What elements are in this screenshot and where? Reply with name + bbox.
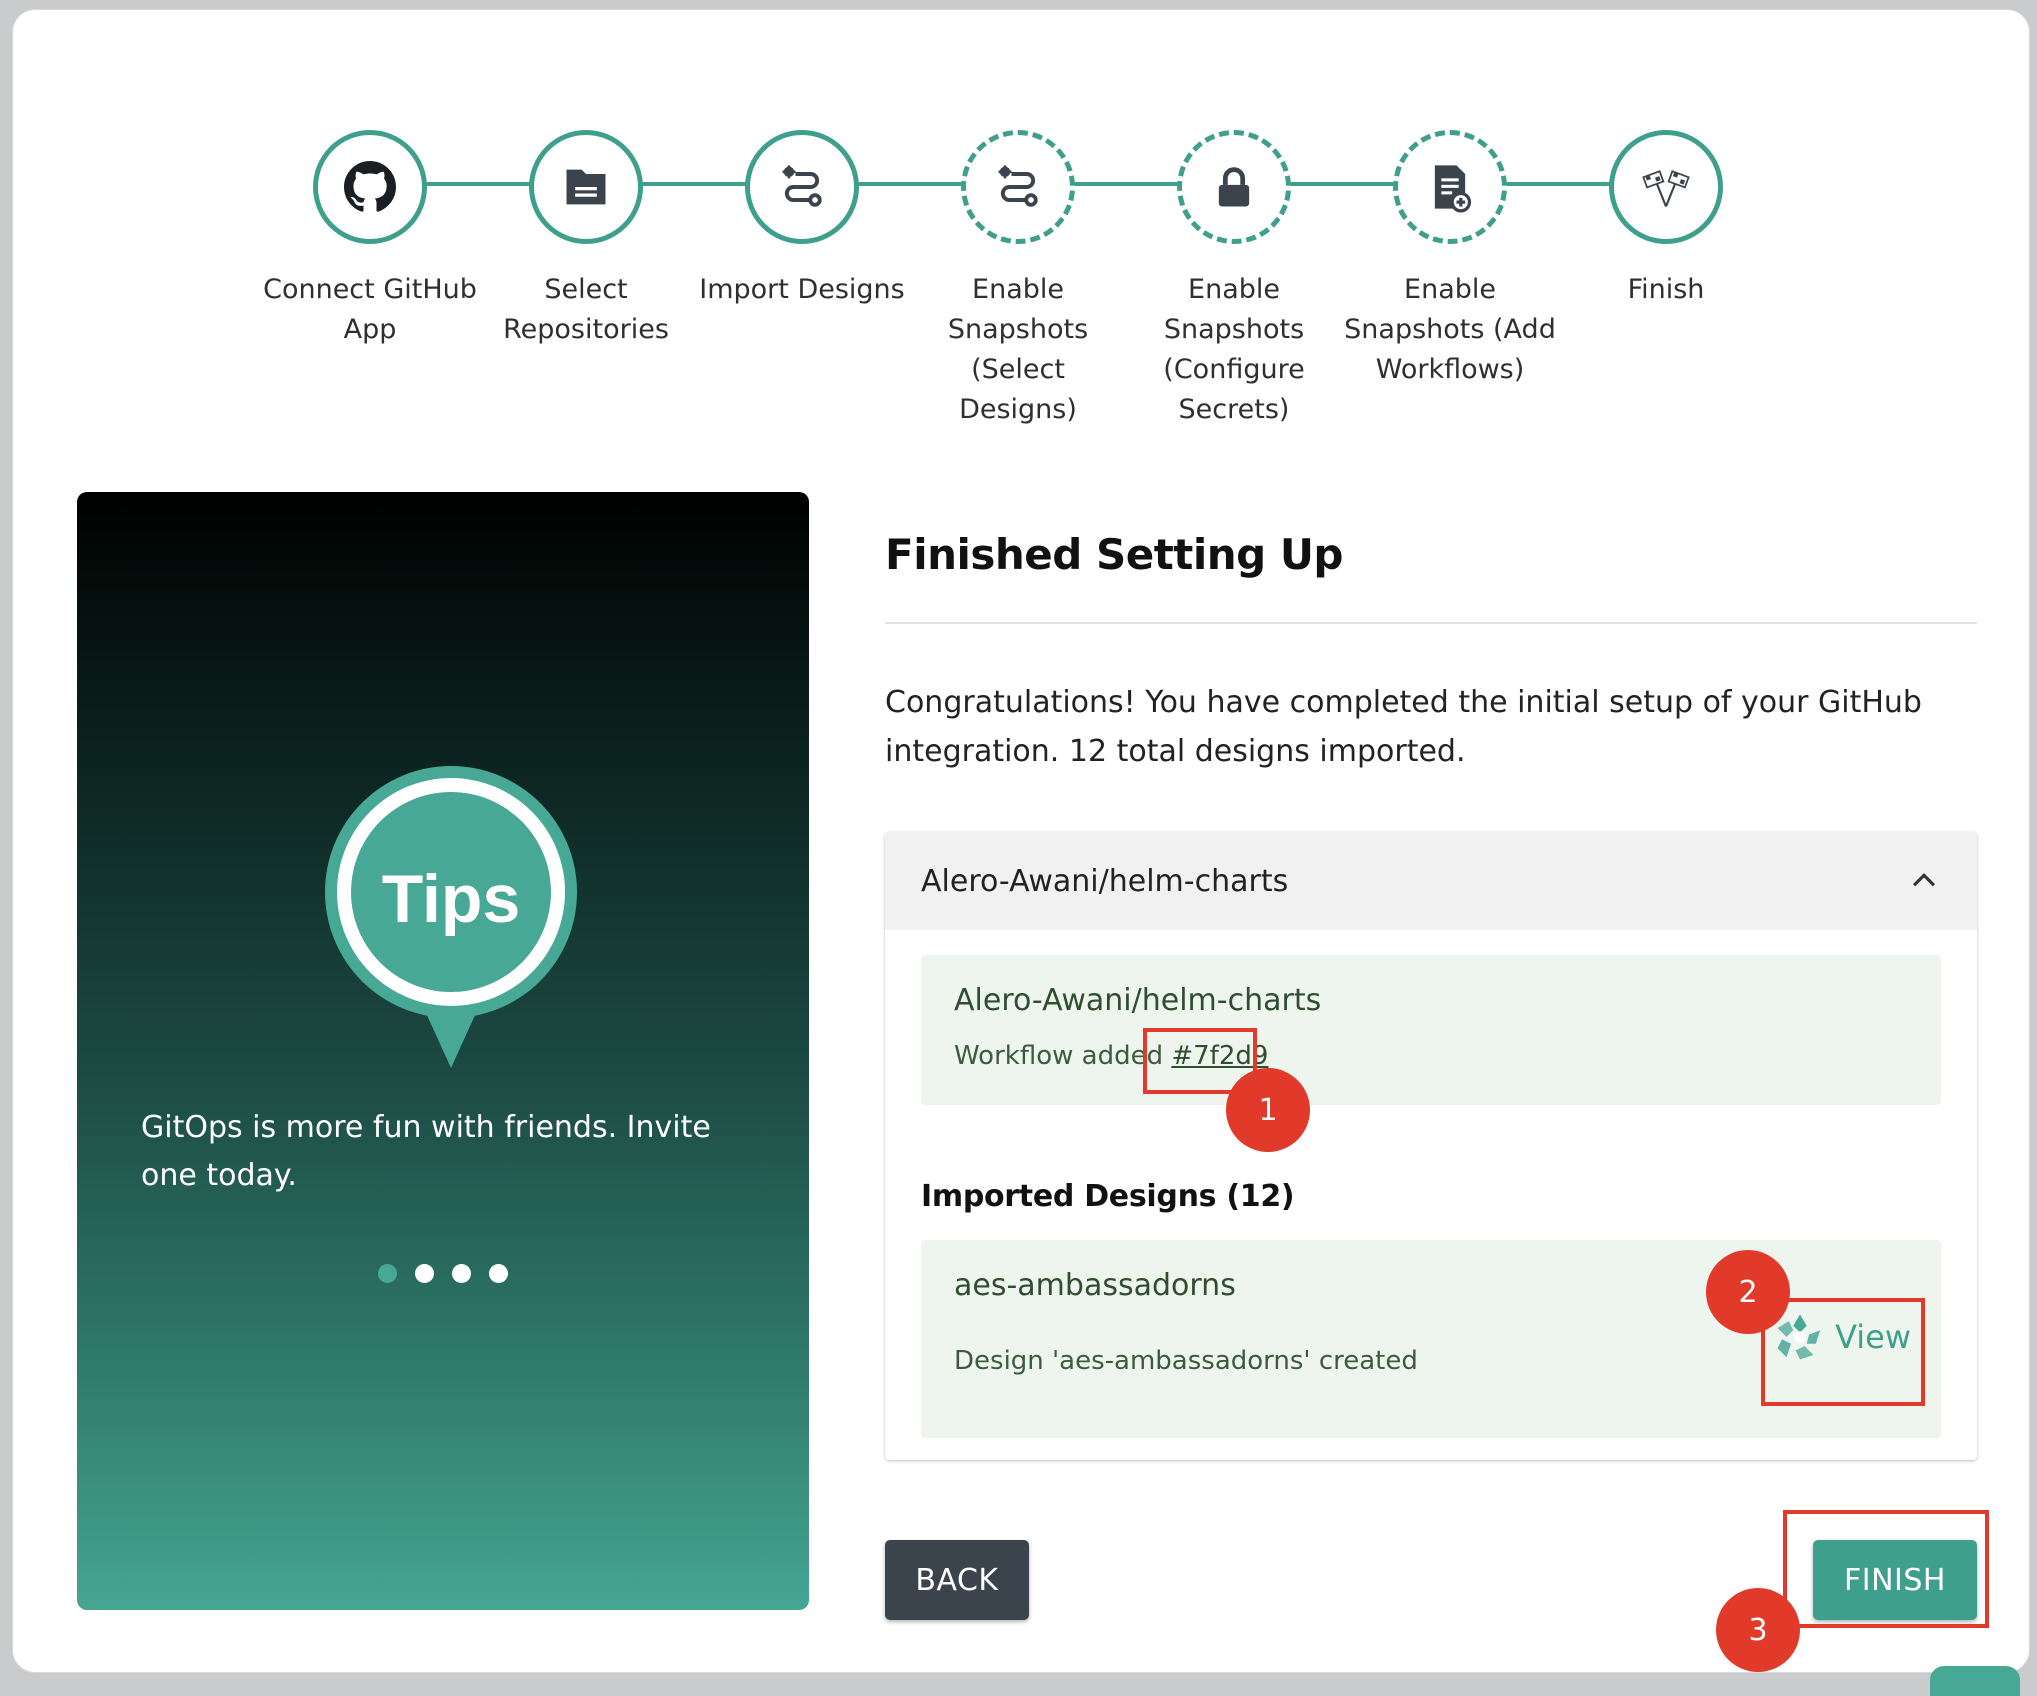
tips-badge: Tips [325,766,577,1068]
step-label: Connect GitHub App [263,274,477,345]
tips-panel: Tips GitOps is more fun with friends. In… [77,492,809,1610]
step-circle [529,130,643,244]
annotation-marker-1: 1 [1226,1068,1310,1152]
step-select-repositories: Select Repositories [476,130,696,350]
chevron-up-icon[interactable] [1907,864,1941,898]
accordion-header[interactable]: Alero-Awani/helm-charts [885,832,1977,930]
carousel-dot[interactable] [415,1264,434,1283]
carousel-dot[interactable] [378,1264,397,1283]
annotation-box-view-button [1761,1298,1925,1406]
step-label: Select Repositories [503,274,669,345]
divider [885,622,1977,624]
carousel-dot[interactable] [452,1264,471,1283]
repository-card: Alero-Awani/helm-charts Workflow added #… [921,955,1941,1105]
main-content: Finished Setting Up Congratulations! You… [873,10,1981,1672]
tips-message: GitOps is more fun with friends. Invite … [141,1110,711,1193]
setup-dialog: Connect GitHub App Select Repositories I… [13,10,2029,1672]
congratulations-message: Congratulations! You have completed the … [885,685,1922,769]
annotation-marker-2: 2 [1706,1250,1790,1334]
annotation-box-finish-button [1783,1510,1989,1628]
design-status: Design 'aes-ambassadorns' created [954,1346,1418,1376]
workflow-status-text: Workflow added [954,1041,1172,1071]
github-icon [344,161,396,212]
carousel-dot[interactable] [489,1264,508,1283]
step-connect-github-app: Connect GitHub App [260,130,480,350]
carousel-dots [77,1264,809,1283]
design-name: aes-ambassadorns [954,1268,1236,1303]
tips-badge-text: Tips [382,861,521,937]
annotation-marker-3: 3 [1716,1588,1800,1672]
imported-designs-heading: Imported Designs (12) [921,1179,1295,1214]
step-circle [745,130,859,244]
page-title: Finished Setting Up [885,530,1344,579]
folder-icon [566,169,606,205]
workflow-icon [782,165,822,207]
step-circle [313,130,427,244]
corner-tab [1930,1666,2020,1696]
repository-name: Alero-Awani/helm-charts [954,983,1322,1018]
back-button[interactable]: BACK [885,1540,1029,1620]
accordion-title: Alero-Awani/helm-charts [921,863,1289,899]
